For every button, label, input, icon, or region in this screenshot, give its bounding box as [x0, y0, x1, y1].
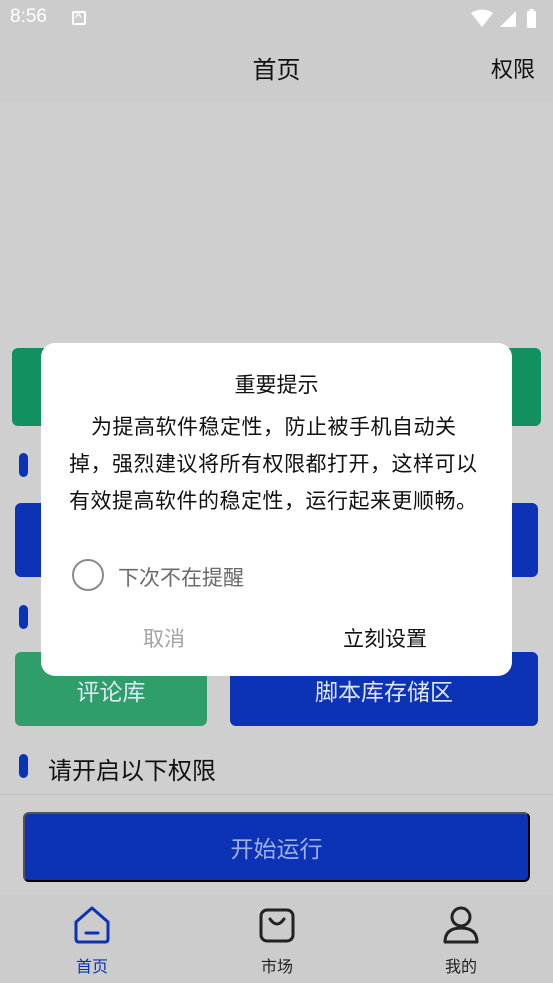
dont-remind-radio[interactable]: [72, 559, 104, 591]
set-now-button[interactable]: 立刻设置: [343, 623, 427, 653]
dont-remind-checkbox[interactable]: 下次不在提醒: [72, 559, 332, 593]
dont-remind-label: 下次不在提醒: [118, 566, 244, 590]
dialog-title: 重要提示: [234, 373, 319, 397]
cancel-button[interactable]: 取消: [143, 623, 185, 653]
dialog-message: 为提高软件稳定性，防止被手机自动关掉，强烈建议将所有权限都打开，这样可以有效提高…: [69, 415, 478, 513]
important-notice-dialog: 重要提示 为提高软件稳定性，防止被手机自动关掉，强烈建议将所有权限都打开，这样可…: [41, 343, 512, 676]
